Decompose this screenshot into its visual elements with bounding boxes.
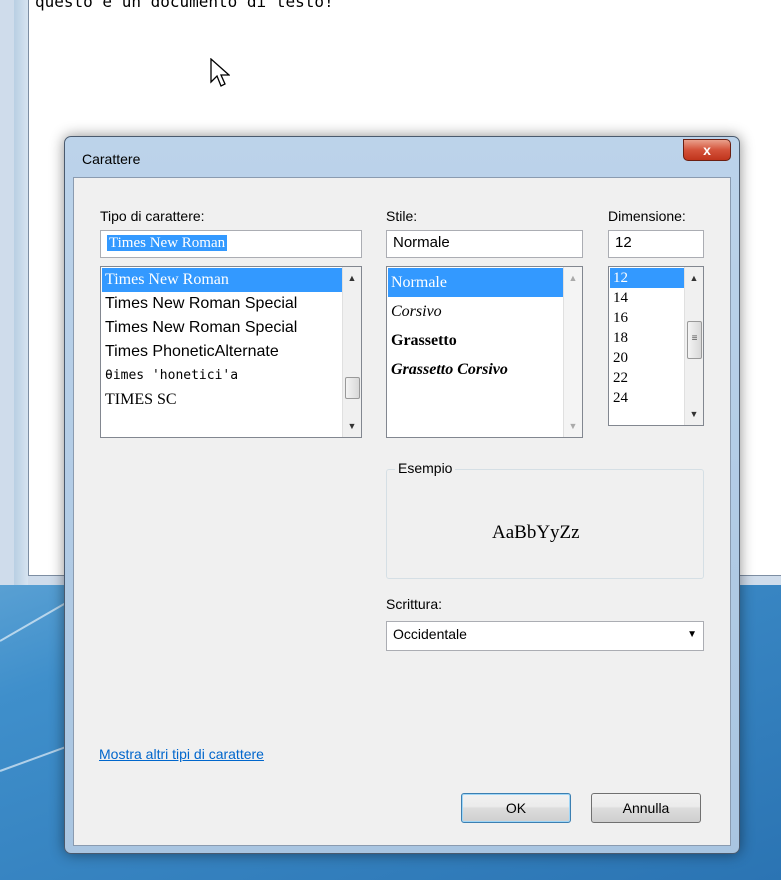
scroll-thumb[interactable]: ≡ [687, 321, 702, 359]
font-list-item[interactable]: Times PhoneticAlternate [102, 340, 343, 364]
font-size-label: Dimensione: [608, 208, 686, 224]
scroll-down-icon[interactable]: ▼ [685, 405, 703, 423]
scroll-down-icon: ▼ [568, 421, 578, 431]
font-size-list[interactable]: 12 14 16 18 20 22 24 ▲ ≡ ▼ [608, 266, 704, 426]
sample-label: Esempio [395, 460, 456, 476]
scroll-up-icon[interactable]: ▲ [343, 269, 361, 287]
size-list-scrollbar[interactable]: ▲ ≡ ▼ [684, 267, 703, 425]
cancel-button[interactable]: Annulla [591, 793, 701, 823]
font-list-item[interactable]: Times New Roman Special [102, 316, 343, 340]
ok-button[interactable]: OK [461, 793, 571, 823]
script-dropdown[interactable]: Occidentale ▼ [386, 621, 704, 651]
font-family-label: Tipo di carattere: [100, 208, 205, 224]
more-fonts-link[interactable]: Mostra altri tipi di carattere [99, 746, 264, 762]
mouse-pointer-icon [210, 58, 230, 87]
font-size-input[interactable]: 12 [608, 230, 704, 258]
script-dropdown-value: Occidentale [393, 626, 467, 642]
scroll-up-icon[interactable]: ▲ [685, 269, 703, 287]
size-list-item[interactable]: 24 [610, 388, 685, 408]
font-dialog: Carattere x Tipo di carattere: Times New… [64, 136, 740, 854]
scroll-down-icon[interactable]: ▼ [343, 417, 361, 435]
script-label: Scrittura: [386, 596, 443, 612]
font-style-list[interactable]: Normale Corsivo Grassetto Grassetto Cors… [386, 266, 583, 438]
dialog-title: Carattere [82, 151, 141, 167]
font-style-input[interactable]: Normale [386, 230, 583, 258]
scroll-thumb[interactable] [345, 377, 360, 399]
size-list-item[interactable]: 14 [610, 288, 685, 308]
size-list-item[interactable]: 22 [610, 368, 685, 388]
style-list-item[interactable]: Grassetto Corsivo [388, 355, 564, 384]
style-list-item[interactable]: Grassetto [388, 326, 564, 355]
font-list-item[interactable]: Times New Roman Special [102, 292, 343, 316]
font-style-label: Stile: [386, 208, 418, 224]
font-list-item[interactable]: θimes 'honetici'a [102, 364, 343, 388]
document-text: questo è un documento di testo! [35, 0, 334, 11]
size-list-item[interactable]: 18 [610, 328, 685, 348]
close-button[interactable]: x [683, 139, 731, 161]
font-list-item[interactable]: TIMES SC [102, 388, 343, 412]
dialog-client-area: Tipo di carattere: Times New Roman Times… [73, 177, 731, 846]
font-family-list[interactable]: Times New Roman Times New Roman Special … [100, 266, 362, 438]
font-family-input-value: Times New Roman [107, 235, 228, 251]
style-list-item[interactable]: Normale [388, 268, 564, 297]
font-list-scrollbar[interactable]: ▲ ▼ [342, 267, 361, 437]
font-list-item[interactable]: Times New Roman [102, 268, 343, 292]
style-list-item[interactable]: Corsivo [388, 297, 564, 326]
scroll-up-icon: ▲ [568, 273, 578, 283]
editor-window-border [14, 0, 28, 585]
sample-preview-text: AaBbYyZz [492, 522, 580, 543]
font-family-input[interactable]: Times New Roman [100, 230, 362, 258]
size-list-item[interactable]: 12 [610, 268, 685, 288]
size-list-item[interactable]: 16 [610, 308, 685, 328]
size-list-item[interactable]: 20 [610, 348, 685, 368]
chevron-down-icon: ▼ [687, 629, 697, 640]
style-list-scrollbar: ▲ ▼ [563, 267, 582, 437]
